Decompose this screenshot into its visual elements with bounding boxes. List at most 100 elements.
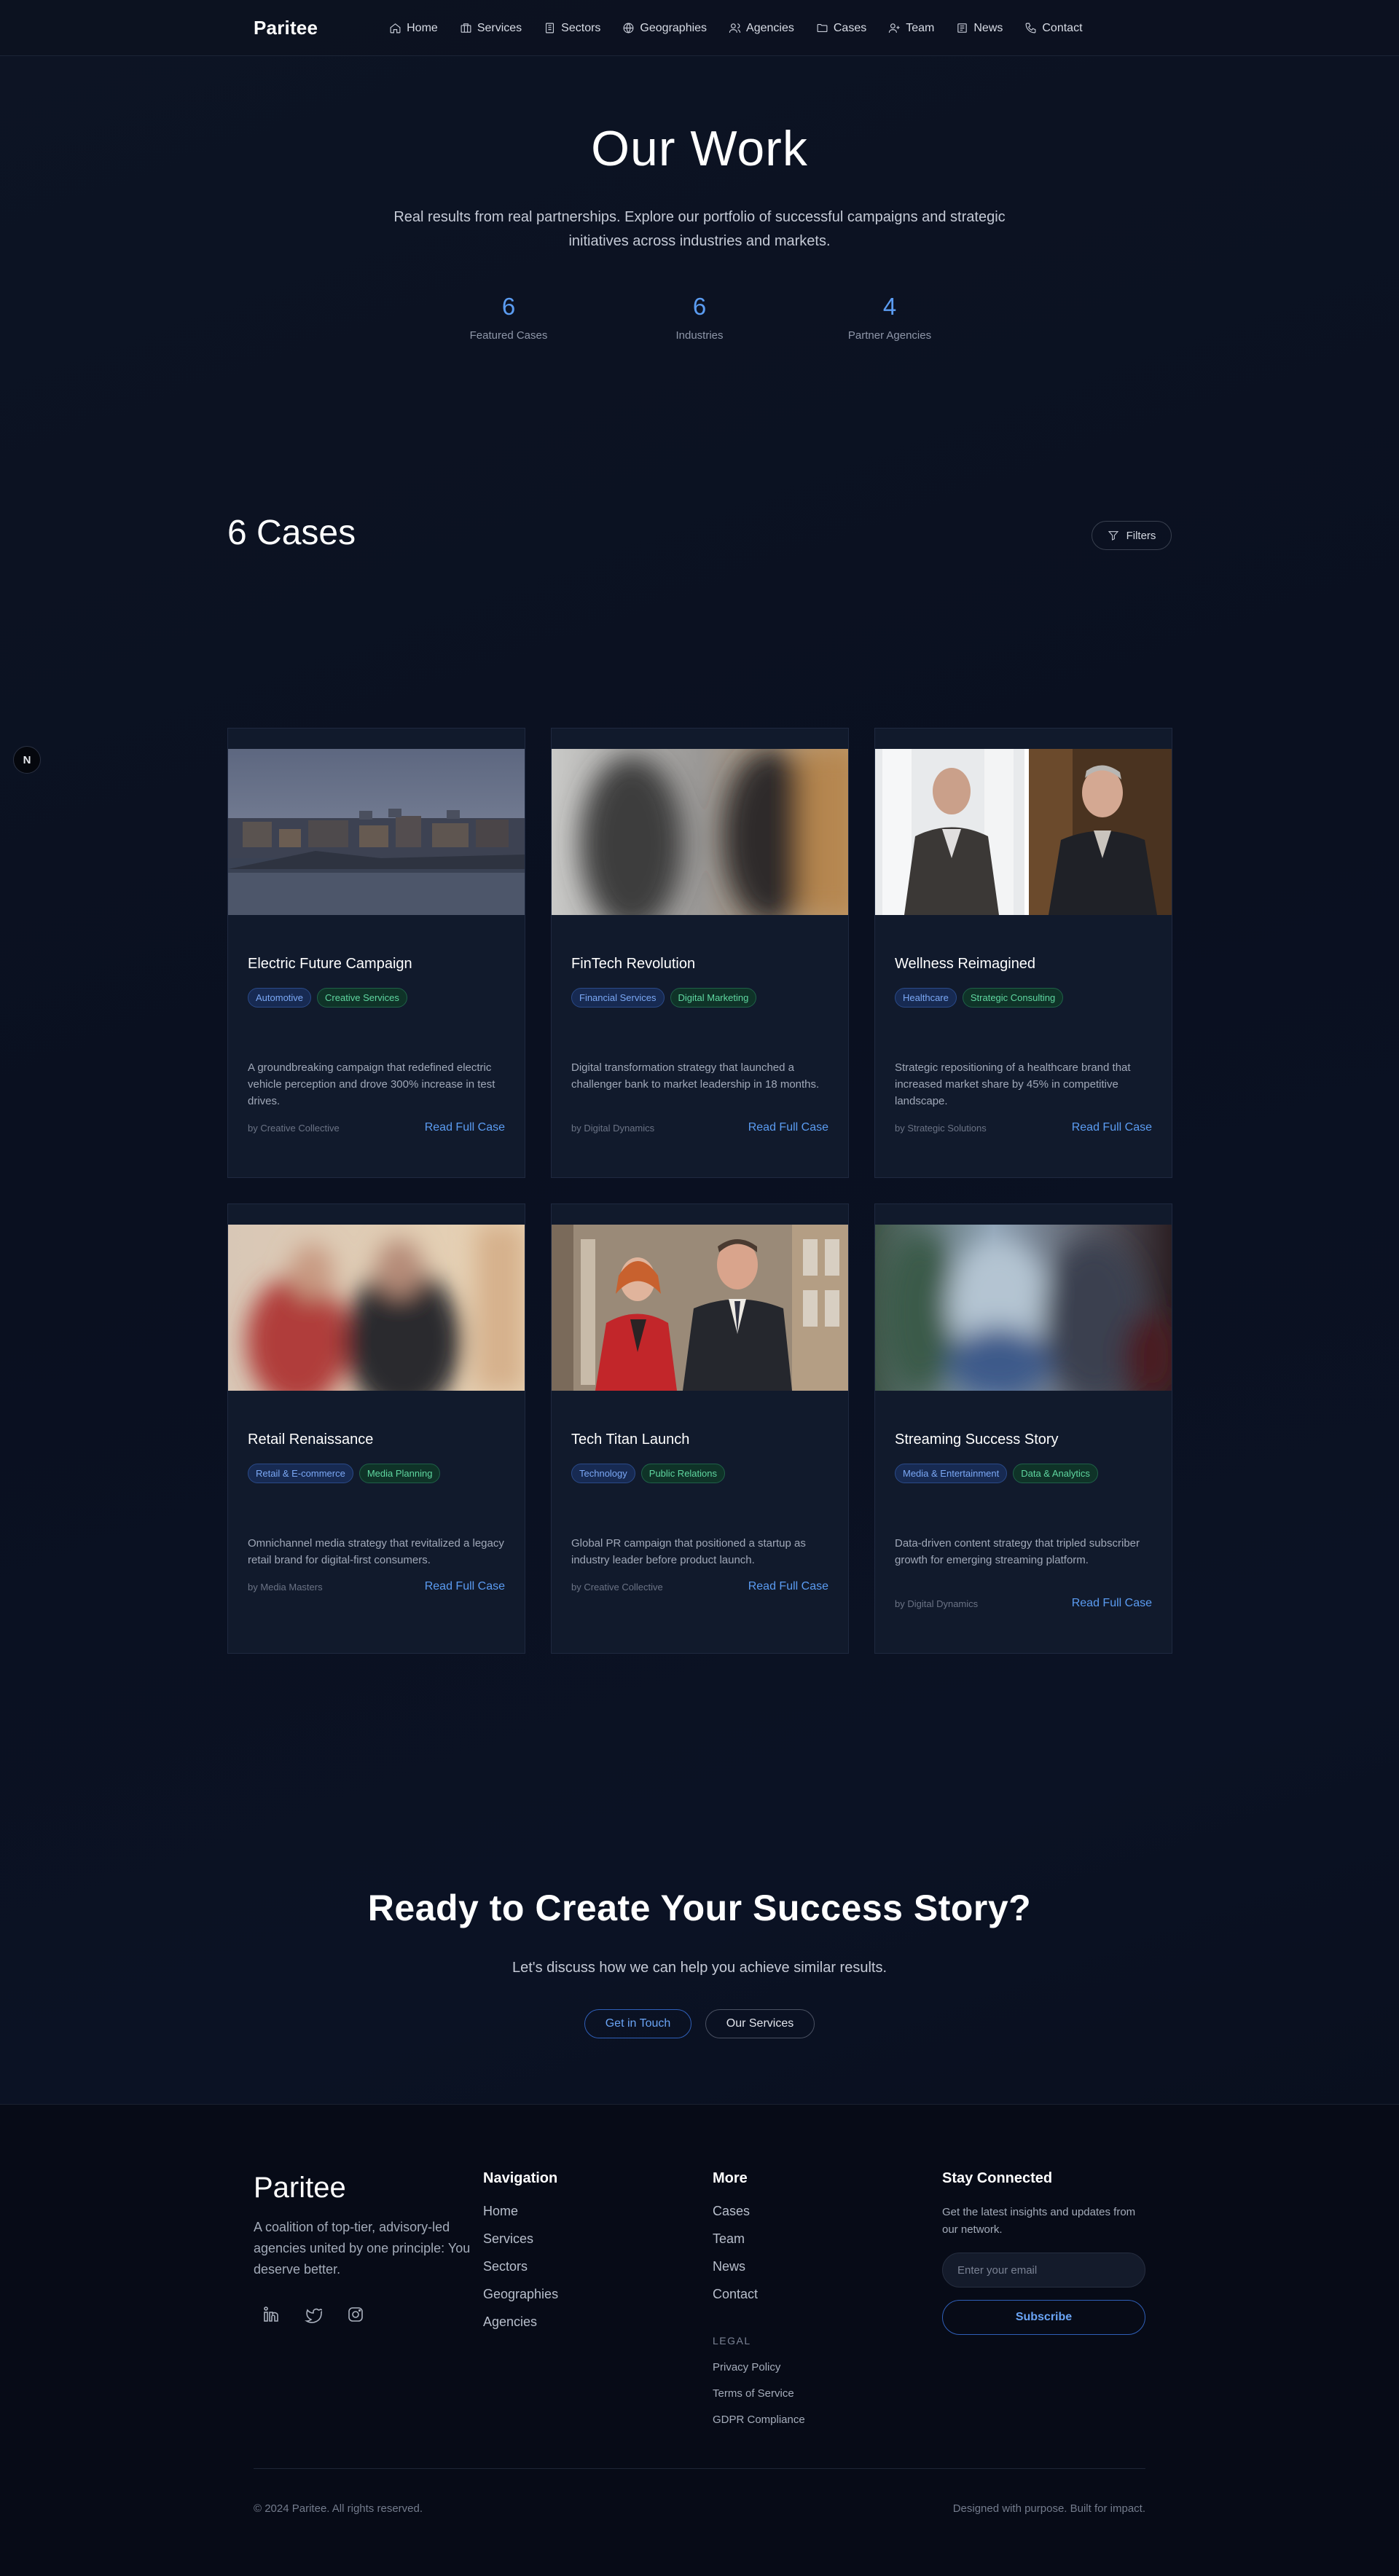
nav-link-label: News bbox=[973, 21, 1003, 34]
service-tag[interactable]: Public Relations bbox=[640, 1464, 725, 1483]
stat-label: Featured Cases bbox=[469, 329, 548, 342]
case-image-business-pair bbox=[552, 1225, 848, 1391]
industry-tag[interactable]: Technology bbox=[571, 1464, 635, 1483]
filters-button[interactable]: Filters bbox=[1092, 521, 1172, 550]
case-card[interactable]: Tech Titan Launch Technology Public Rela… bbox=[551, 1203, 849, 1654]
newspaper-icon bbox=[956, 22, 968, 34]
footer-more-title: More bbox=[713, 2170, 748, 2186]
service-tag[interactable]: Creative Services bbox=[317, 988, 407, 1008]
brand-logo[interactable]: Paritee bbox=[254, 17, 318, 39]
footer-link-news[interactable]: News bbox=[713, 2259, 758, 2274]
case-agency: by Creative Collective bbox=[248, 1123, 340, 1134]
nav-link-geographies[interactable]: Geographies bbox=[622, 22, 707, 35]
folder-icon bbox=[816, 22, 828, 34]
subscribe-button[interactable]: Subscribe bbox=[942, 2300, 1145, 2335]
case-agency: by Digital Dynamics bbox=[895, 1598, 979, 1609]
stat-industries: 6 Industries bbox=[627, 293, 772, 342]
newsletter-email-input[interactable] bbox=[942, 2253, 1145, 2288]
industry-tag[interactable]: Financial Services bbox=[571, 988, 665, 1008]
read-full-case-link[interactable]: Read Full Case bbox=[425, 1121, 505, 1134]
case-card[interactable]: Electric Future Campaign Automotive Crea… bbox=[227, 728, 525, 1178]
footer-link-team[interactable]: Team bbox=[713, 2231, 758, 2247]
cases-count-heading: 6 Cases bbox=[227, 514, 356, 552]
case-image-blurred-streaming bbox=[875, 1225, 1172, 1391]
service-tag[interactable]: Media Planning bbox=[358, 1464, 441, 1483]
industry-tag[interactable]: Automotive bbox=[248, 988, 312, 1008]
nav-link-news[interactable]: News bbox=[956, 22, 1003, 35]
footer-link-services[interactable]: Services bbox=[483, 2231, 558, 2247]
footer-slogan: Designed with purpose. Built for impact. bbox=[952, 2502, 1145, 2515]
read-full-case-link[interactable]: Read Full Case bbox=[1072, 1597, 1152, 1610]
read-full-case-link[interactable]: Read Full Case bbox=[748, 1580, 828, 1593]
footer-brand[interactable]: Paritee bbox=[254, 2172, 346, 2204]
linkedin-icon[interactable] bbox=[262, 2306, 280, 2323]
case-card[interactable]: Streaming Success Story Media & Entertai… bbox=[874, 1203, 1172, 1654]
case-tags: Automotive Creative Services bbox=[248, 988, 407, 1008]
nav-link-label: Contact bbox=[1042, 21, 1083, 34]
nav-link-agencies[interactable]: Agencies bbox=[729, 22, 794, 35]
footer-link-home[interactable]: Home bbox=[483, 2204, 558, 2219]
page-title: Our Work bbox=[591, 121, 808, 176]
case-description: Data-driven content strategy that triple… bbox=[895, 1537, 1140, 1566]
case-title: Electric Future Campaign bbox=[248, 956, 412, 972]
filter-icon bbox=[1108, 530, 1119, 541]
footer-link-privacy[interactable]: Privacy Policy bbox=[713, 2361, 805, 2373]
case-image-two-executives bbox=[875, 749, 1172, 915]
side-badge[interactable]: N bbox=[13, 746, 41, 774]
industry-tag[interactable]: Media & Entertainment bbox=[895, 1464, 1008, 1483]
footer-link-agencies[interactable]: Agencies bbox=[483, 2314, 558, 2330]
instagram-icon[interactable] bbox=[347, 2306, 364, 2323]
nav-link-label: Geographies bbox=[640, 21, 708, 34]
footer-link-geographies[interactable]: Geographies bbox=[483, 2287, 558, 2302]
read-full-case-link[interactable]: Read Full Case bbox=[748, 1121, 828, 1134]
nav-link-contact[interactable]: Contact bbox=[1024, 21, 1083, 35]
read-full-case-link[interactable]: Read Full Case bbox=[1072, 1121, 1152, 1134]
footer-tagline: A coalition of top-tier, advisory-led ag… bbox=[254, 2220, 471, 2277]
industry-tag[interactable]: Healthcare bbox=[895, 988, 957, 1008]
service-tag[interactable]: Digital Marketing bbox=[670, 988, 757, 1008]
case-agency: by Media Masters bbox=[248, 1582, 323, 1593]
case-agency: by Creative Collective bbox=[571, 1582, 663, 1593]
user-plus-icon bbox=[888, 22, 901, 34]
case-card[interactable]: Wellness Reimagined Healthcare Strategic… bbox=[874, 728, 1172, 1178]
footer-navigation-title: Navigation bbox=[483, 2170, 558, 2186]
filters-label: Filters bbox=[1126, 529, 1156, 542]
case-tags: Media & Entertainment Data & Analytics bbox=[895, 1464, 1098, 1483]
footer-divider bbox=[254, 2468, 1145, 2469]
footer-link-gdpr[interactable]: GDPR Compliance bbox=[713, 2414, 805, 2426]
stat-featured-cases: 6 Featured Cases bbox=[436, 293, 581, 342]
case-card[interactable]: Retail Renaissance Retail & E-commerce M… bbox=[227, 1203, 525, 1654]
footer-link-sectors[interactable]: Sectors bbox=[483, 2259, 558, 2274]
stat-partner-agencies: 4 Partner Agencies bbox=[817, 293, 963, 342]
case-image-blurred-office bbox=[552, 749, 848, 915]
globe-icon bbox=[622, 22, 635, 34]
footer-link-cases[interactable]: Cases bbox=[713, 2204, 758, 2219]
twitter-icon[interactable] bbox=[305, 2306, 322, 2323]
case-card[interactable]: FinTech Revolution Financial Services Di… bbox=[551, 728, 849, 1178]
footer-navigation-links: Home Services Sectors Geographies Agenci… bbox=[483, 2204, 558, 2342]
home-icon bbox=[389, 22, 401, 34]
nav-link-services[interactable]: Services bbox=[460, 22, 522, 35]
hero-subtitle: Real results from real partnerships. Exp… bbox=[393, 209, 1006, 249]
service-tag[interactable]: Strategic Consulting bbox=[962, 988, 1064, 1008]
read-full-case-link[interactable]: Read Full Case bbox=[425, 1580, 505, 1593]
service-tag[interactable]: Data & Analytics bbox=[1013, 1464, 1098, 1483]
case-tags: Healthcare Strategic Consulting bbox=[895, 988, 1064, 1008]
nav-link-label: Home bbox=[407, 21, 438, 34]
get-in-touch-button[interactable]: Get in Touch bbox=[584, 2009, 691, 2038]
nav-link-cases[interactable]: Cases bbox=[816, 22, 866, 35]
footer-legal-title: LEGAL bbox=[713, 2335, 751, 2347]
footer-link-contact[interactable]: Contact bbox=[713, 2287, 758, 2302]
nav-link-team[interactable]: Team bbox=[888, 22, 934, 35]
stat-value: 6 bbox=[692, 293, 707, 320]
nav-link-sectors[interactable]: Sectors bbox=[544, 22, 600, 35]
footer-more-links: Cases Team News Contact bbox=[713, 2204, 758, 2314]
case-description: Digital transformation strategy that lau… bbox=[571, 1061, 820, 1091]
our-services-button[interactable]: Our Services bbox=[705, 2009, 815, 2038]
briefcase-icon bbox=[460, 22, 472, 34]
case-agency: by Strategic Solutions bbox=[895, 1123, 987, 1134]
industry-tag[interactable]: Retail & E-commerce bbox=[248, 1464, 353, 1483]
case-tags: Technology Public Relations bbox=[571, 1464, 725, 1483]
nav-link-home[interactable]: Home bbox=[389, 22, 438, 35]
footer-link-terms[interactable]: Terms of Service bbox=[713, 2387, 805, 2400]
